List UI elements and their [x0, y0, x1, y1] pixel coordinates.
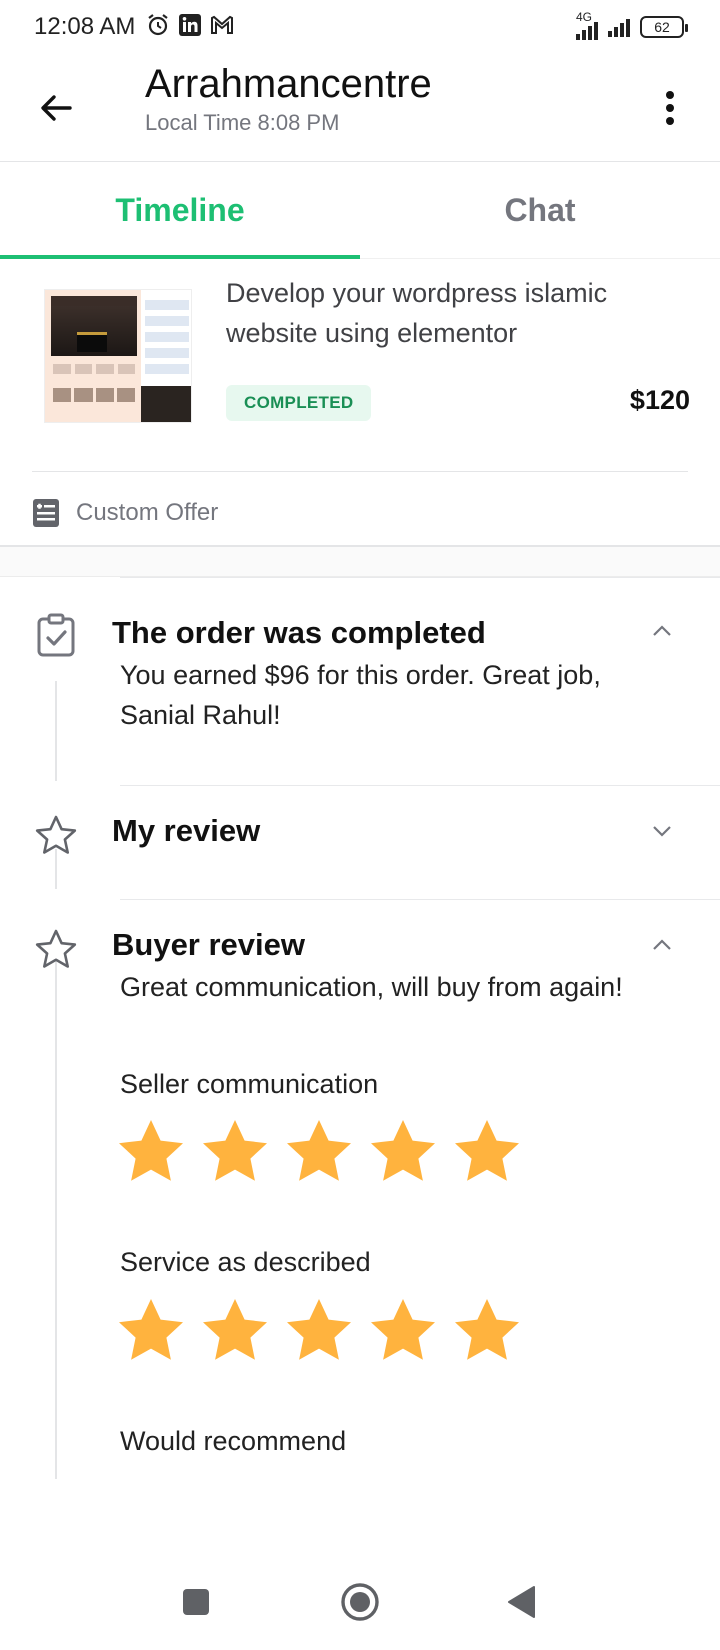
status-time: 12:08 AM: [34, 13, 136, 40]
more-vertical-icon: [666, 91, 674, 125]
star-icon: [287, 1120, 351, 1181]
recent-apps-button[interactable]: [172, 1578, 220, 1626]
rating-label-seller-communication: Seller communication: [120, 1069, 379, 1099]
tab-bar: Timeline Chat: [0, 163, 720, 259]
buyer-review-comment: Great communication, will buy from again…: [120, 972, 623, 1002]
battery-icon: 62: [640, 16, 688, 38]
star-icon: [371, 1120, 435, 1181]
mobile-signal-icon: 4G: [576, 10, 598, 40]
order-status-badge: COMPLETED: [226, 385, 372, 421]
star-outline-icon: [34, 813, 78, 857]
order-price: $120: [629, 385, 690, 415]
linkedin-icon: [178, 13, 202, 37]
back-button[interactable]: [32, 84, 80, 132]
divider: [32, 471, 688, 472]
star-icon: [455, 1120, 519, 1181]
home-circle-icon: [341, 1583, 379, 1621]
system-icons: 4G 62: [576, 10, 688, 40]
alarm-icon: [146, 13, 170, 37]
offer-list-icon: [33, 499, 59, 527]
timeline-title-completed[interactable]: The order was completed: [112, 615, 486, 651]
timeline-connector: [55, 681, 57, 781]
app-header: Arrahmancentre Local Time 8:08 PM: [0, 54, 720, 162]
chevron-up-icon: [653, 625, 671, 636]
status-bar: 12:08 AM 4G 62: [0, 0, 720, 54]
collapse-button[interactable]: [644, 927, 680, 963]
chevron-down-icon: [653, 826, 671, 837]
star-outline-icon: [34, 927, 78, 971]
clipboard-check-icon: [34, 613, 78, 657]
home-button[interactable]: [336, 1578, 384, 1626]
back-nav-button[interactable]: [498, 1578, 546, 1626]
tab-timeline[interactable]: Timeline: [0, 163, 360, 259]
divider: [120, 785, 720, 786]
order-card: Develop your wordpress islamic website u…: [0, 259, 720, 547]
square-icon: [183, 1589, 209, 1615]
star-rating: [116, 1117, 522, 1183]
expand-button[interactable]: [644, 813, 680, 849]
triangle-back-icon: [508, 1586, 535, 1618]
rating-label-service-as-described: Service as described: [120, 1247, 371, 1277]
gig-title[interactable]: Develop your wordpress islamic website u…: [226, 273, 696, 353]
system-navigation-bar: [0, 1554, 720, 1650]
divider: [120, 899, 720, 900]
network-type: 4G: [576, 10, 593, 24]
timeline-title-buyer-review[interactable]: Buyer review: [112, 927, 305, 963]
collapse-button[interactable]: [644, 613, 680, 649]
arrow-left-icon: [41, 95, 72, 121]
star-icon: [119, 1120, 183, 1181]
star-icon: [119, 1299, 183, 1360]
earnings-message: You earned $96 for this order. Great job…: [120, 660, 601, 730]
offer-type-label: Custom Offer: [76, 499, 219, 526]
rating-label-would-recommend: Would recommend: [120, 1426, 347, 1456]
timeline-title-my-review[interactable]: My review: [112, 813, 260, 849]
gig-thumbnail[interactable]: [44, 289, 192, 423]
star-icon: [287, 1299, 351, 1360]
divider: [120, 577, 720, 578]
page-title: Arrahmancentre: [145, 62, 432, 106]
star-icon: [203, 1299, 267, 1360]
custom-offer-row: Custom Offer: [32, 487, 218, 539]
notification-icons: [146, 13, 234, 37]
tab-chat[interactable]: Chat: [360, 163, 720, 258]
star-icon: [203, 1120, 267, 1181]
chevron-up-icon: [653, 939, 671, 950]
section-spacer: [0, 547, 720, 577]
gmail-icon: [210, 13, 234, 37]
battery-level: 62: [654, 19, 670, 35]
local-time: Local Time 8:08 PM: [145, 110, 340, 135]
timeline-connector: [55, 959, 57, 1479]
more-options-button[interactable]: [648, 80, 692, 136]
star-icon: [371, 1299, 435, 1360]
star-rating: [116, 1296, 522, 1362]
star-icon: [455, 1299, 519, 1360]
signal-strength-icon: [608, 17, 630, 37]
